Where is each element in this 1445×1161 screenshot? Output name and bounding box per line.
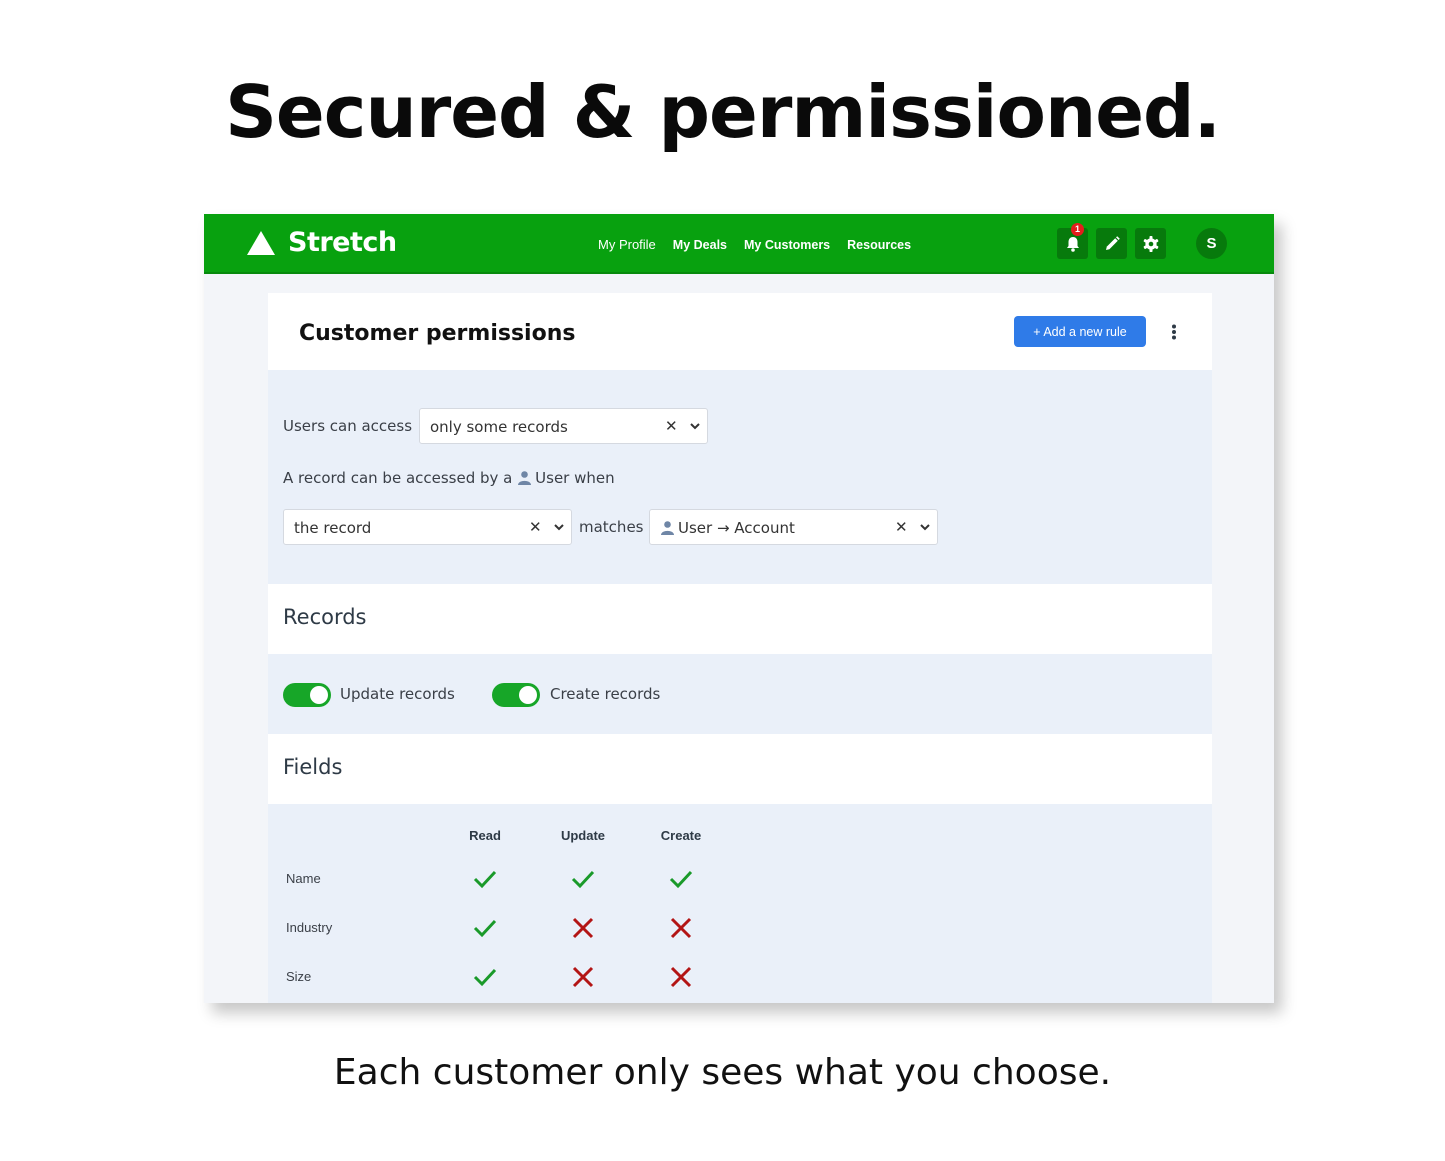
user-account-select[interactable]: User → Account ✕ (649, 509, 938, 545)
tagline: Each customer only sees what you choose. (333, 1052, 1112, 1093)
page-title: Customer permissions (299, 321, 576, 346)
field-row-label: Size (286, 969, 312, 984)
more-options-button[interactable] (1164, 319, 1184, 345)
clear-icon[interactable]: ✕ (529, 518, 542, 536)
fields-title: Fields (283, 755, 343, 779)
user-icon (661, 521, 674, 535)
condition-user: User (535, 469, 570, 487)
condition-prefix: A record can be accessed by a (283, 469, 513, 487)
field-row-label: Industry (286, 920, 333, 935)
settings-button[interactable] (1135, 228, 1166, 259)
add-rule-button[interactable]: + Add a new rule (1014, 316, 1146, 347)
nav-links: My Profile My Deals My Customers Resourc… (598, 237, 911, 252)
cross-icon[interactable] (570, 915, 596, 941)
check-icon[interactable] (668, 866, 694, 892)
nav-link-my-deals[interactable]: My Deals (673, 238, 727, 252)
create-records-toggle[interactable] (492, 683, 540, 707)
records-toggles: Update records Create records (268, 654, 1212, 734)
kebab-menu-icon (1172, 324, 1176, 340)
brand-logo[interactable]: Stretch (246, 227, 397, 258)
check-icon[interactable] (472, 964, 498, 990)
notifications-button[interactable]: 1 (1057, 223, 1088, 259)
nav-icon-group: 1 (1057, 223, 1166, 259)
rule-editor: Users can access only some records ✕ A r… (268, 370, 1212, 584)
notification-badge: 1 (1071, 223, 1084, 236)
column-header-update: Update (560, 828, 606, 843)
brand-name: Stretch (288, 227, 397, 258)
cross-icon[interactable] (668, 915, 694, 941)
record-select[interactable]: the record ✕ (283, 509, 572, 545)
update-records-toggle[interactable] (283, 683, 331, 707)
column-header-read: Read (469, 828, 501, 843)
chevron-down-icon[interactable] (919, 521, 931, 533)
card-header: Customer permissions + Add a new rule (268, 293, 1212, 370)
condition-suffix: when (574, 469, 615, 487)
operator-label: matches (579, 518, 644, 536)
condition-text: A record can be accessed by a User when (283, 469, 615, 487)
pencil-icon (1105, 235, 1120, 250)
gear-icon (1143, 235, 1158, 252)
bell-icon (1066, 236, 1079, 252)
chevron-down-icon[interactable] (689, 420, 701, 432)
fields-section-header: Fields (268, 734, 1212, 804)
column-header-create: Create (660, 828, 702, 843)
user-account-text: User → Account (678, 519, 795, 537)
nav-link-my-profile[interactable]: My Profile (598, 237, 656, 252)
chevron-down-icon[interactable] (553, 521, 565, 533)
user-icon (518, 471, 532, 485)
cross-icon[interactable] (570, 964, 596, 990)
headline: Secured & permissioned. (225, 70, 1221, 154)
user-avatar[interactable]: S (1196, 228, 1227, 259)
clear-icon[interactable]: ✕ (665, 417, 678, 435)
permissions-card: Customer permissions + Add a new rule Us… (268, 293, 1212, 1003)
records-section-header: Records (268, 584, 1212, 654)
create-records-label: Create records (550, 685, 661, 703)
toggle-knob (519, 686, 537, 704)
update-records-label: Update records (340, 685, 455, 703)
nav-link-resources[interactable]: Resources (847, 238, 911, 252)
access-select[interactable]: only some records ✕ (419, 408, 708, 444)
field-row-label: Name (286, 871, 321, 886)
fields-table: Read Update Create Name Industry Size (268, 804, 1212, 1003)
check-icon[interactable] (472, 915, 498, 941)
top-navbar: Stretch My Profile My Deals My Customers… (204, 214, 1274, 274)
access-label: Users can access (283, 417, 413, 435)
record-select-value: the record (294, 519, 372, 537)
triangle-logo-icon (247, 230, 275, 255)
edit-button[interactable] (1096, 228, 1127, 259)
toggle-knob (310, 686, 328, 704)
cross-icon[interactable] (668, 964, 694, 990)
user-account-select-value: User → Account (660, 519, 795, 537)
check-icon[interactable] (472, 866, 498, 892)
nav-link-my-customers[interactable]: My Customers (744, 238, 830, 252)
access-select-value: only some records (430, 418, 568, 436)
check-icon[interactable] (570, 866, 596, 892)
records-title: Records (283, 605, 367, 629)
clear-icon[interactable]: ✕ (895, 518, 908, 536)
app-window: Stretch My Profile My Deals My Customers… (204, 214, 1274, 1003)
